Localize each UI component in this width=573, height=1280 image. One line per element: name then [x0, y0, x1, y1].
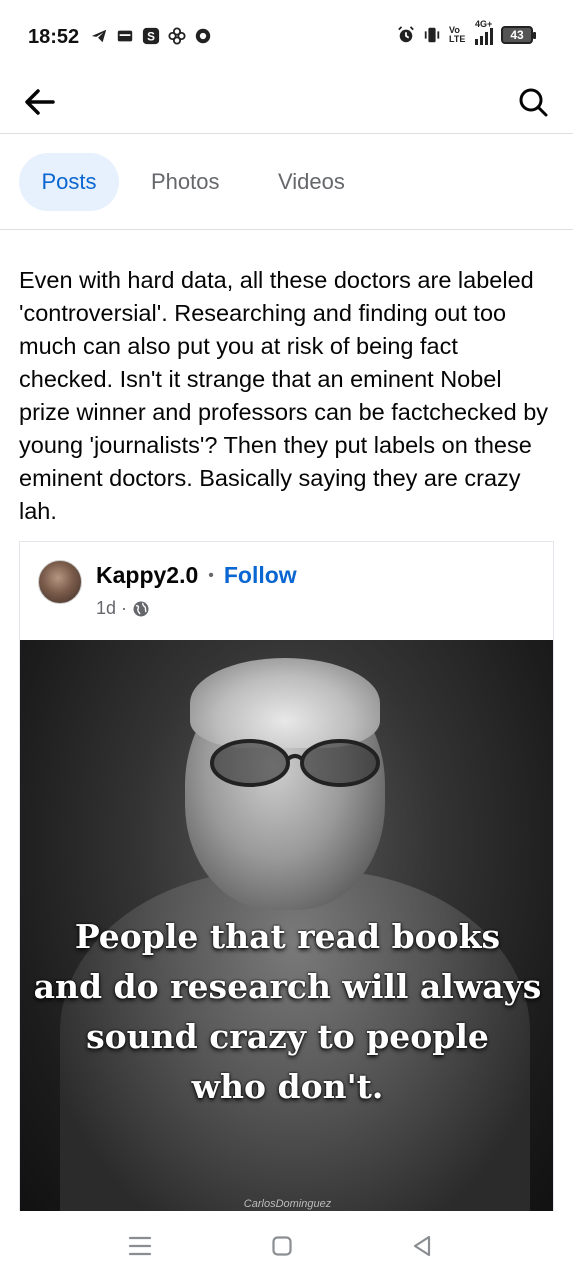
chrome-icon [195, 28, 211, 44]
signal-4g-icon: 4G+ [475, 19, 493, 45]
quote-line: sound crazy to people [86, 1017, 489, 1056]
s-app-icon: S [142, 27, 160, 45]
alarm-icon [398, 26, 414, 43]
arrow-left-icon [25, 89, 55, 115]
author-name[interactable]: Kappy2.0 [96, 562, 198, 589]
back-button[interactable] [18, 80, 62, 124]
avatar[interactable] [38, 560, 82, 604]
post-meta: 1d · [96, 598, 150, 619]
system-icons: Vo LTE 4G+ 43 [397, 19, 536, 45]
shared-post-header: Kappy2.0 • Follow 1d · [20, 542, 553, 640]
back-triangle-icon [413, 1235, 431, 1257]
follow-button[interactable]: Follow [224, 562, 297, 589]
profile-tabs: Posts Photos Videos [0, 134, 573, 230]
quote-line: and do research will always [33, 967, 542, 1006]
image-watermark: CarlosDominguez [243, 1198, 332, 1210]
battery-icon: 43 [501, 26, 536, 44]
recents-button[interactable] [122, 1228, 158, 1264]
vibrate-icon [424, 27, 440, 43]
home-button[interactable] [264, 1228, 300, 1264]
tab-posts[interactable]: Posts [19, 153, 119, 211]
image-glasses [210, 739, 380, 787]
tab-photos[interactable]: Photos [131, 153, 240, 211]
status-time: 18:52 [28, 26, 80, 48]
svg-text:S: S [147, 31, 155, 44]
author-line: Kappy2.0 • Follow [96, 562, 297, 589]
tab-videos[interactable]: Videos [258, 153, 365, 211]
pinwheel-icon [168, 27, 186, 45]
post-image[interactable]: People that read books and do research w… [20, 640, 553, 1211]
search-button[interactable] [511, 80, 555, 124]
quote-line: People that read books [74, 917, 501, 956]
top-nav-bar [0, 72, 573, 134]
notification-icons: S [90, 27, 212, 45]
search-icon [519, 88, 548, 117]
globe-icon [133, 601, 149, 616]
volte-icon: Vo LTE [449, 25, 466, 44]
quote-line: who don't. [191, 1067, 384, 1106]
meta-separator: · [121, 598, 128, 618]
home-square-icon [272, 1236, 292, 1256]
image-quote: People that read books and do research w… [20, 912, 553, 1112]
dot-separator: • [208, 566, 214, 584]
post-text: Even with hard data, all these doctors a… [19, 267, 549, 524]
menu-icon [128, 1236, 152, 1256]
system-back-button[interactable] [404, 1228, 440, 1264]
system-nav-bar [0, 1211, 573, 1280]
status-bar: 18:52 S Vo LTE 4G+ 43 [0, 0, 573, 72]
network-label: 4G+ [475, 19, 493, 29]
wallet-icon [117, 30, 133, 42]
telegram-icon [91, 29, 107, 43]
shared-post-card[interactable]: Kappy2.0 • Follow 1d · People that read … [19, 541, 554, 1211]
post-time[interactable]: 1d [96, 598, 116, 619]
